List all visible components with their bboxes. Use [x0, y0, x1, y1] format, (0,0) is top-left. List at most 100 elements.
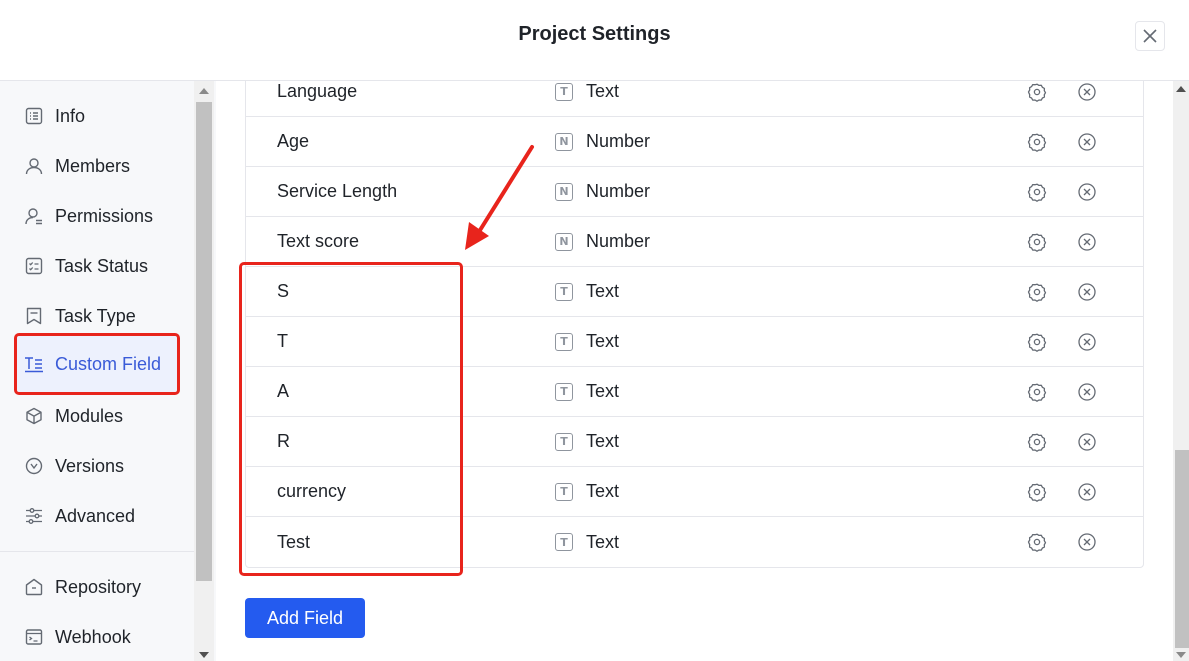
field-settings-gear-icon[interactable] [1027, 282, 1047, 302]
dialog-title: Project Settings [518, 23, 671, 45]
field-row: Text score N Number [246, 217, 1143, 267]
sidebar-item-label: Custom Field [55, 353, 162, 374]
sidebar-item-label: Webhook [55, 626, 131, 647]
sidebar-item-advanced[interactable]: Advanced [14, 493, 180, 539]
main-scrollbar[interactable] [1173, 81, 1189, 661]
sidebar-scrollbar-thumb[interactable] [196, 102, 212, 581]
user-permission-icon [24, 206, 44, 226]
scroll-down-arrow-icon[interactable] [199, 652, 209, 658]
field-type-badge-icon: N [555, 132, 573, 151]
list-icon [24, 106, 44, 126]
field-name: T [277, 331, 288, 351]
field-row: Test T Text [246, 517, 1143, 567]
sidebar-item-label: Repository [55, 576, 142, 597]
field-type-badge-icon: T [555, 432, 573, 451]
version-circle-icon [24, 456, 44, 476]
field-type-label: Number [586, 181, 651, 201]
sidebar-item-permissions[interactable]: Permissions [14, 193, 180, 239]
field-delete-icon[interactable] [1077, 482, 1097, 502]
field-delete-icon[interactable] [1077, 282, 1097, 302]
field-type-badge-icon: N [555, 182, 573, 201]
field-settings-gear-icon[interactable] [1027, 532, 1047, 552]
sidebar-item-label: Versions [55, 455, 125, 476]
field-delete-icon[interactable] [1077, 432, 1097, 452]
sidebar-scrollbar[interactable] [194, 81, 214, 661]
field-settings-gear-icon[interactable] [1027, 482, 1047, 502]
field-name: Language [277, 81, 358, 101]
field-settings-gear-icon[interactable] [1027, 332, 1047, 352]
scroll-up-arrow-icon[interactable] [1176, 86, 1186, 92]
field-delete-icon[interactable] [1077, 332, 1097, 352]
field-settings-gear-icon[interactable] [1027, 182, 1047, 202]
field-row: A T Text [246, 367, 1143, 417]
sidebar-item-repository[interactable]: Repository [14, 564, 180, 610]
field-delete-icon[interactable] [1077, 182, 1097, 202]
field-delete-icon[interactable] [1077, 382, 1097, 402]
sidebar-item-versions[interactable]: Versions [14, 443, 180, 489]
field-type-badge-icon: T [555, 282, 573, 301]
field-type-badge-icon: T [555, 382, 573, 401]
field-delete-icon[interactable] [1077, 532, 1097, 552]
field-type-label: Text [586, 431, 620, 451]
field-type-label: Number [586, 231, 651, 251]
field-settings-gear-icon[interactable] [1027, 82, 1047, 102]
field-settings-gear-icon[interactable] [1027, 132, 1047, 152]
field-delete-icon[interactable] [1077, 82, 1097, 102]
field-type-label: Text [586, 281, 620, 301]
sidebar-item-custom-field[interactable]: Custom Field [14, 333, 180, 395]
sidebar-item-label: Modules [55, 405, 124, 426]
field-settings-gear-icon[interactable] [1027, 382, 1047, 402]
scroll-up-arrow-icon[interactable] [199, 88, 209, 94]
field-row: T T Text [246, 317, 1143, 367]
sidebar-item-label: Permissions [55, 205, 154, 226]
field-type: T Text [555, 281, 619, 302]
sidebar-item-members[interactable]: Members [14, 143, 180, 189]
field-row: Language T Text [246, 81, 1143, 117]
sidebar-item-task-status[interactable]: Task Status [14, 243, 180, 289]
user-icon [24, 156, 44, 176]
field-type: T Text [555, 532, 619, 553]
field-type-badge-icon: T [555, 82, 573, 101]
sidebar-divider [0, 551, 194, 552]
field-row: R T Text [246, 417, 1143, 467]
field-type-badge-icon: T [555, 533, 573, 551]
field-delete-icon[interactable] [1077, 232, 1097, 252]
field-type: T Text [555, 81, 619, 102]
cube-icon [24, 406, 44, 426]
add-field-button[interactable]: Add Field [245, 598, 365, 638]
sidebar-item-modules[interactable]: Modules [14, 393, 180, 439]
sidebar-item-label: Members [55, 155, 131, 176]
field-type-label: Number [586, 131, 651, 151]
field-row: Age N Number [246, 117, 1143, 167]
terminal-icon [24, 627, 44, 647]
sidebar-item-info[interactable]: Info [14, 93, 180, 139]
field-type: T Text [555, 431, 619, 452]
sidebar-item-webhook[interactable]: Webhook [14, 614, 180, 660]
field-type-badge-icon: N [555, 232, 573, 251]
field-row: Service Length N Number [246, 167, 1143, 217]
field-type-label: Text [586, 481, 620, 501]
checklist-icon [24, 256, 44, 276]
field-type-label: Text [586, 81, 620, 101]
field-name: Test [277, 531, 311, 552]
field-delete-icon[interactable] [1077, 132, 1097, 152]
close-button[interactable] [1135, 21, 1165, 51]
sidebar-item-label: Task Type [55, 305, 136, 326]
main-scrollbar-thumb[interactable] [1175, 450, 1189, 648]
field-settings-gear-icon[interactable] [1027, 432, 1047, 452]
field-type: T Text [555, 481, 619, 502]
custom-field-table: Language T Text Age N Number Service Length N Nu… [245, 81, 1144, 568]
field-name: A [277, 381, 290, 401]
scroll-down-arrow-icon[interactable] [1176, 652, 1186, 658]
field-name: currency [277, 481, 347, 501]
field-name: Text score [277, 231, 360, 251]
field-settings-gear-icon[interactable] [1027, 232, 1047, 252]
field-type: N Number [555, 131, 650, 152]
field-type: N Number [555, 181, 650, 202]
text-field-icon [24, 354, 44, 374]
field-type: T Text [555, 381, 619, 402]
field-type-badge-icon: T [555, 482, 573, 501]
repository-icon [24, 577, 44, 597]
dialog-header: Project Settings [0, 0, 1189, 81]
sidebar-item-label: Task Status [55, 255, 149, 276]
